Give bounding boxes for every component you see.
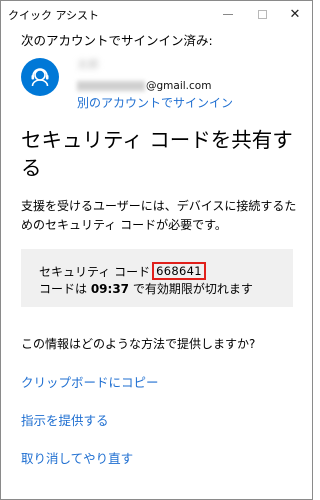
expiry-time: 09:37	[90, 282, 130, 296]
email-domain: @gmail.com	[146, 80, 212, 92]
maximize-icon	[257, 9, 267, 19]
minimize-button[interactable]	[211, 1, 245, 27]
security-code-value[interactable]: 668641	[152, 262, 206, 280]
maximize-button[interactable]	[245, 1, 279, 27]
description-text: 支援を受けるユーザーには、デバイスに接続するためのセキュリティ コードが必要です…	[21, 199, 297, 232]
expiry-suffix: で有効期限が切れます	[129, 282, 253, 296]
cancel-and-restart-link[interactable]: 取り消してやり直す	[21, 448, 133, 467]
provide-instructions-link[interactable]: 指示を提供する	[21, 410, 109, 429]
close-button[interactable]: ✕	[278, 1, 312, 27]
switch-account-link[interactable]: 別のアカウントでサインイン	[77, 94, 233, 111]
close-icon: ✕	[289, 6, 301, 22]
security-code-row: セキュリティ コード 668641	[39, 262, 206, 280]
page-title: セキュリティ コードを共有する	[21, 128, 293, 180]
expiry-prefix: コードは	[39, 282, 91, 296]
window-title: クイック アシスト	[8, 9, 100, 22]
security-code-box: セキュリティ コード 668641 コードは 09:37 で有効期限が切れます	[21, 249, 293, 307]
account-section: 太郎 @gmail.com 別のアカウントでサインイン	[21, 56, 301, 116]
copy-to-clipboard-link[interactable]: クリップボードにコピー	[21, 372, 159, 391]
security-code-label: セキュリティ コード	[39, 264, 151, 279]
quick-assist-window: クイック アシスト ✕ 次のアカウントでサインイン済み: 太郎 @gmail.c…	[0, 0, 313, 500]
signed-in-label: 次のアカウントでサインイン済み:	[21, 33, 213, 48]
delivery-question: この情報はどのような方法で提供しますか?	[21, 337, 256, 351]
account-name: 太郎	[77, 58, 99, 71]
title-bar: クイック アシスト ✕	[1, 1, 312, 27]
account-email: @gmail.com	[77, 80, 211, 92]
headset-user-icon	[21, 58, 59, 96]
email-redacted	[77, 81, 145, 91]
expiry-text: コードは 09:37 で有効期限が切れます	[39, 280, 253, 297]
minimize-icon	[223, 13, 233, 15]
